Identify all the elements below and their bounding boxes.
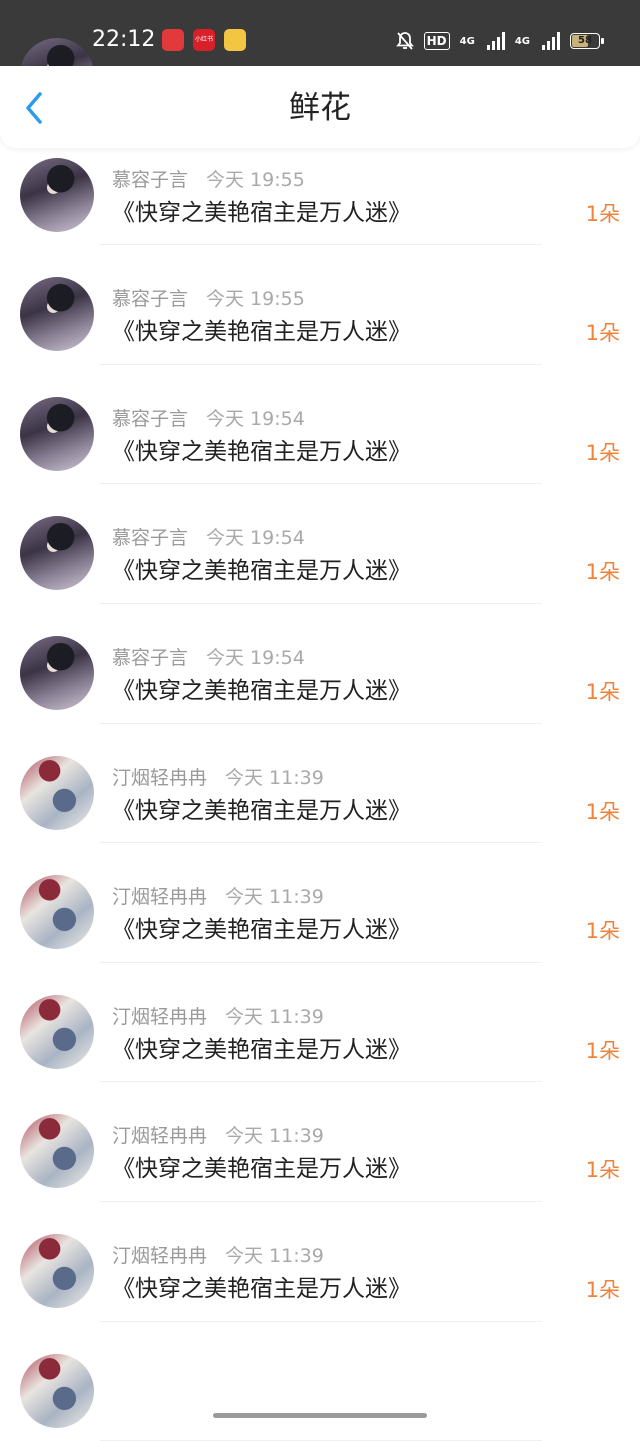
sender-info: 汀烟轻冉冉 今天 11:39: [112, 766, 324, 790]
list-item[interactable]: 汀烟轻冉冉 今天 11:39 《快穿之美艳宿主是万人迷》 1朵: [0, 843, 640, 963]
sender-info: 慕容子言 今天 19:55: [112, 168, 305, 192]
flower-count: 1朵: [585, 201, 620, 226]
sender-name[interactable]: 慕容子言: [112, 647, 188, 669]
sender-name[interactable]: 慕容子言: [112, 527, 188, 549]
sender-info: 汀烟轻冉冉 今天 11:39: [112, 1005, 324, 1029]
flower-count: 1朵: [585, 321, 620, 346]
book-title: 《快穿之美艳宿主是万人迷》: [112, 1036, 411, 1063]
flower-count: 1朵: [585, 1158, 620, 1183]
flower-count: 1朵: [585, 679, 620, 704]
flower-list[interactable]: 《快穿之美艳宿主是万人迷》1朵慕容子言今天 19:55《快穿之美艳宿主是万人迷》…: [0, 38, 640, 1441]
flower-count: 1朵: [585, 1277, 620, 1302]
sent-time: 今天 11:39: [225, 766, 324, 789]
avatar[interactable]: [20, 1233, 94, 1308]
sender-info: 慕容子言 今天 19:54: [112, 526, 305, 550]
sender-name[interactable]: 汀烟轻冉冉: [112, 886, 207, 908]
sender-name[interactable]: 慕容子言: [112, 288, 188, 310]
sender-info: 汀烟轻冉冉 今天 11:39: [112, 1124, 324, 1148]
avatar[interactable]: [20, 1114, 94, 1189]
avatar[interactable]: [20, 755, 94, 830]
list-item[interactable]: 慕容子言 今天 19:54 《快穿之美艳宿主是万人迷》 1朵: [0, 365, 640, 485]
book-title: 《快穿之美艳宿主是万人迷》: [112, 1156, 411, 1183]
sender-info: [112, 1364, 130, 1388]
book-title: 《快穿之美艳宿主是万人迷》: [112, 677, 411, 704]
book-title: 《快穿之美艳宿主是万人迷》: [112, 438, 411, 465]
book-title: 《快穿之美艳宿主是万人迷》: [112, 319, 411, 346]
book-title: 《快穿之美艳宿主是万人迷》: [112, 199, 411, 226]
sender-name[interactable]: 汀烟轻冉冉: [112, 1125, 207, 1147]
sent-time: 今天 11:39: [225, 1244, 324, 1267]
sent-time: 今天 11:39: [225, 1005, 324, 1028]
avatar[interactable]: [20, 994, 94, 1069]
home-indicator[interactable]: [213, 1413, 427, 1418]
book-title: 《快穿之美艳宿主是万人迷》: [112, 558, 411, 585]
avatar[interactable]: [20, 1353, 94, 1428]
list-item[interactable]: 汀烟轻冉冉 今天 11:39 《快穿之美艳宿主是万人迷》 1朵: [0, 1202, 640, 1322]
list-item[interactable]: 汀烟轻冉冉 今天 11:39 《快穿之美艳宿主是万人迷》 1朵: [0, 724, 640, 844]
sender-name[interactable]: 慕容子言: [112, 169, 188, 191]
flower-count: 1朵: [585, 440, 620, 465]
sent-time: 今天 11:39: [225, 1125, 324, 1148]
book-title: 《快穿之美艳宿主是万人迷》: [112, 1275, 411, 1302]
flower-count: 1朵: [585, 560, 620, 585]
avatar[interactable]: [20, 875, 94, 950]
sent-time: 今天 19:54: [206, 646, 305, 669]
sender-info: 慕容子言 今天 19:55: [112, 287, 305, 311]
book-title: 《快穿之美艳宿主是万人迷》: [112, 917, 411, 944]
sent-time: 今天 19:54: [206, 407, 305, 430]
sent-time: 今天 19:55: [206, 168, 305, 191]
sender-name[interactable]: 汀烟轻冉冉: [112, 1245, 207, 1267]
book-title: 《快穿之美艳宿主是万人迷》: [112, 797, 411, 824]
sender-name[interactable]: 汀烟轻冉冉: [112, 1006, 207, 1028]
avatar[interactable]: [20, 157, 94, 232]
avatar[interactable]: [20, 277, 94, 352]
sent-time: 今天 19:54: [206, 527, 305, 550]
sender-name[interactable]: 慕容子言: [112, 408, 188, 430]
sent-time: 今天 19:55: [206, 288, 305, 311]
sender-info: 慕容子言 今天 19:54: [112, 407, 305, 431]
list-item[interactable]: 汀烟轻冉冉 今天 11:39 《快穿之美艳宿主是万人迷》 1朵: [0, 1082, 640, 1202]
page-title: 鲜花: [289, 90, 351, 126]
list-item[interactable]: 慕容子言 今天 19:54 《快穿之美艳宿主是万人迷》 1朵: [0, 484, 640, 604]
sent-time: 今天 11:39: [225, 886, 324, 909]
sender-info: 汀烟轻冉冉 今天 11:39: [112, 885, 324, 909]
avatar[interactable]: [20, 516, 94, 591]
flower-count: 1朵: [585, 919, 620, 944]
avatar[interactable]: [20, 396, 94, 471]
list-item[interactable]: 慕容子言 今天 19:55 《快穿之美艳宿主是万人迷》 1朵: [0, 245, 640, 365]
avatar[interactable]: [20, 635, 94, 710]
flower-count: 1朵: [585, 1038, 620, 1063]
sender-name[interactable]: 汀烟轻冉冉: [112, 767, 207, 789]
list-item[interactable]: 汀烟轻冉冉 今天 11:39 《快穿之美艳宿主是万人迷》 1朵: [0, 963, 640, 1083]
sender-info: 汀烟轻冉冉 今天 11:39: [112, 1244, 324, 1268]
flower-count: 1朵: [585, 799, 620, 824]
list-item[interactable]: [0, 1322, 640, 1441]
list-item[interactable]: 慕容子言 今天 19:54 《快穿之美艳宿主是万人迷》 1朵: [0, 604, 640, 724]
sender-info: 慕容子言 今天 19:54: [112, 646, 305, 670]
nav-header: 鲜花: [0, 66, 640, 148]
